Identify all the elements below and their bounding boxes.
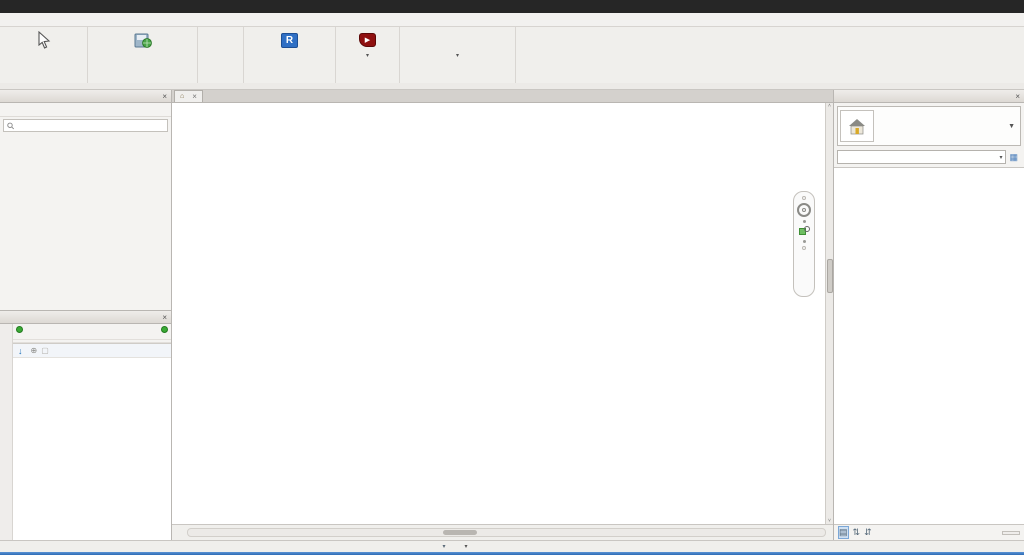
collab-side-toolbar [0, 324, 13, 540]
ribbon-panel-formit: R [244, 27, 336, 83]
ribbon-panel-help [198, 27, 244, 83]
drawing-area[interactable] [172, 103, 825, 524]
ribbon-panel-select [0, 27, 88, 83]
user-status-icon [161, 326, 168, 333]
status-bar: ▾ ▾ [0, 540, 1024, 552]
revit-window: R ▶ ▾ ▾ × × ↓ ⊕ ▢ ⌂ × ˄ ˅ × ▼ ▾ ▦ ▤ ⇅ ⇵ … [0, 0, 1024, 555]
edit-type-icon: ▦ [1009, 151, 1018, 162]
project-browser: × [0, 90, 171, 311]
apply-button[interactable] [1002, 530, 1020, 535]
transmit-model-button[interactable] [94, 29, 191, 52]
collab-panel-header[interactable]: × [0, 311, 171, 324]
nav-divider-dot [802, 240, 806, 243]
vertical-scrollbar[interactable]: ˄ ˅ [825, 103, 833, 524]
chevron-down-icon: ▾ [455, 53, 459, 59]
view-tab-3d[interactable]: ⌂ × [174, 90, 203, 102]
3d-structural-model[interactable] [172, 103, 817, 524]
close-icon[interactable]: × [161, 313, 168, 322]
nav-divider-dot [802, 220, 806, 223]
search-input[interactable] [17, 121, 164, 130]
chevron-down-icon: ▾ [999, 154, 1003, 161]
left-panels: × × ↓ ⊕ ▢ [0, 90, 172, 540]
modify-button[interactable] [34, 29, 54, 52]
nav-dot-icon [802, 196, 806, 200]
navigation-bar[interactable] [793, 191, 815, 297]
type-selector[interactable]: ▼ [837, 106, 1021, 146]
collaboration-open-bim-button[interactable]: ▾ [406, 29, 509, 60]
nav-dot-icon [802, 246, 806, 250]
import-arrow-icon[interactable]: ↓ [18, 346, 23, 356]
ribbon-panel-openbim: ▾ [400, 27, 516, 83]
view-tab-bar: ⌂ × [172, 90, 833, 103]
save-globe-icon [134, 30, 152, 50]
home-view-icon: ⌂ [180, 93, 185, 100]
ribbon: R ▶ ▾ ▾ [0, 27, 1024, 83]
close-icon[interactable]: × [192, 92, 197, 101]
scrollbar-thumb[interactable] [826, 259, 833, 293]
ribbon-bottom-strip [0, 83, 1024, 90]
cype-logo-icon: ▶ [359, 33, 376, 47]
ribbon-panel-cype: ▶ ▾ [336, 27, 400, 83]
horizontal-scrollbar[interactable] [187, 528, 826, 537]
panel-label-select[interactable] [0, 71, 87, 83]
scroll-up-icon[interactable]: ˄ [828, 103, 831, 109]
rfa-to-formit-button[interactable]: R [279, 29, 300, 52]
panel-label-etransmit[interactable] [88, 71, 197, 83]
search-icon [7, 122, 15, 129]
sort-descending-icon[interactable]: ⇵ [864, 527, 872, 538]
panel-label-cype[interactable] [336, 71, 399, 83]
house-icon [849, 119, 865, 135]
box-icon: ▢ [41, 346, 49, 355]
formit-r-icon: R [281, 32, 298, 48]
project-browser-header[interactable]: × [0, 90, 171, 103]
metres-bim-button[interactable]: ▶ ▾ [357, 29, 378, 60]
sort-ascending-icon[interactable]: ⇅ [853, 527, 861, 538]
collab-user[interactable] [159, 326, 168, 333]
chevron-down-icon: ▼ [1008, 122, 1015, 130]
family-preview [840, 110, 874, 142]
properties-grid [834, 167, 1024, 524]
ribbon-tab-row [0, 13, 1024, 27]
edit-type-button[interactable]: ▦ [1009, 152, 1021, 163]
close-icon[interactable]: × [161, 92, 168, 101]
active-workset-dropdown[interactable]: ▾ [461, 543, 581, 550]
element-selector-combo[interactable]: ▾ [837, 150, 1007, 164]
properties-filter-icon[interactable]: ▤ [838, 526, 849, 539]
globe-icon: ⊕ [30, 346, 38, 355]
properties-palette: × ▼ ▾ ▦ ▤ ⇅ ⇵ [833, 90, 1024, 540]
ifc-link-row[interactable]: ↓ ⊕ ▢ [13, 344, 171, 358]
viewport: ⌂ × ˄ ˅ [172, 90, 833, 540]
title-bar [0, 0, 1024, 13]
view-control-bar [172, 524, 833, 540]
steering-wheel-icon[interactable] [797, 203, 811, 217]
browser-toolbar [0, 103, 171, 117]
ribbon-panel-etransmit [88, 27, 198, 83]
cursor-icon [36, 30, 52, 50]
properties-header[interactable]: × [834, 90, 1024, 103]
collaboration-open-bim-panel: × ↓ ⊕ ▢ [0, 311, 171, 540]
project-browser-tree [0, 134, 171, 310]
panel-label-openbim[interactable] [400, 71, 515, 83]
status-dot-icon [16, 326, 23, 333]
properties-footer: ▤ ⇅ ⇵ [834, 524, 1024, 540]
zoom-tool-icon[interactable] [798, 226, 810, 237]
close-icon[interactable]: × [1014, 92, 1021, 101]
chevron-down-icon[interactable]: ▾ [442, 543, 445, 550]
scrollbar-thumb[interactable] [442, 530, 477, 535]
chevron-down-icon: ▾ [365, 53, 369, 59]
browser-search[interactable] [3, 119, 168, 132]
panel-label-formit[interactable] [244, 71, 335, 83]
ifc-link-list: ↓ ⊕ ▢ [13, 343, 171, 540]
